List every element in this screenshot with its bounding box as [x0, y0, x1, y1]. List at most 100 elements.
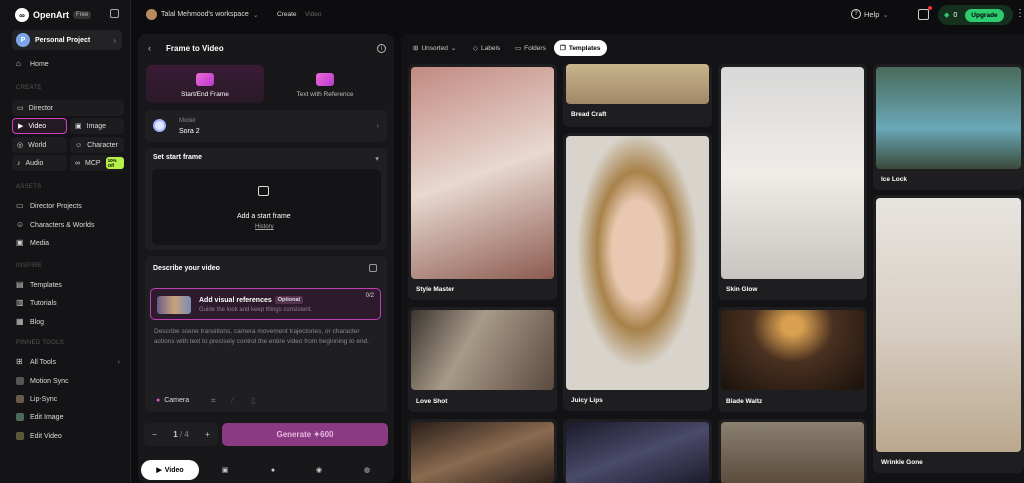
director-icon: ▭: [17, 105, 24, 112]
template-card-wrinkle-gone[interactable]: Wrinkle Gone: [873, 195, 1024, 473]
tab-audio[interactable]: ◍: [352, 460, 382, 480]
grid-icon: ⊞: [16, 357, 23, 366]
sidebar-item-lip-sync[interactable]: Lip-Sync: [16, 395, 57, 403]
ref-subtitle: Guide the look and keep things consisten…: [199, 307, 313, 313]
template-card-blade-waltz[interactable]: Blade Waltz: [718, 307, 867, 412]
help-button[interactable]: ? Help ⌄: [851, 9, 889, 19]
credits-display[interactable]: ◆ 0 Upgrade: [938, 5, 1013, 25]
workspace-avatar: [146, 9, 157, 20]
sidebar-item-blog[interactable]: ▦ Blog: [16, 318, 44, 326]
tile-audio[interactable]: ♪ Audio: [12, 155, 67, 171]
count-value: 1: [173, 430, 178, 439]
filter-unsorted[interactable]: ⊞ Unsorted ⌄: [407, 40, 462, 56]
templates-icon: ❐: [560, 45, 566, 52]
tab-character[interactable]: ●: [258, 460, 288, 480]
generate-button[interactable]: Generate ✦ 600: [222, 423, 388, 446]
more-icon[interactable]: ⋮: [1015, 8, 1024, 19]
collapse-sidebar-icon[interactable]: [110, 9, 119, 18]
mode-start-end-frame[interactable]: Start/End Frame: [146, 65, 264, 103]
workspace-selector[interactable]: Talal Mehmood's workspace ⌄: [146, 9, 259, 20]
tab-video[interactable]: ▶ Video: [141, 460, 199, 480]
project-selector[interactable]: P Personal Project ›: [12, 30, 122, 50]
brand-name: OpenArt: [33, 10, 69, 20]
camera-button[interactable]: ● Camera: [156, 397, 189, 404]
motion-sync-thumb-icon: [16, 377, 24, 385]
bread-craft-thumb: [566, 64, 709, 104]
add-start-frame-dropzone[interactable]: [152, 169, 381, 245]
breadcrumb-create[interactable]: Create: [277, 11, 297, 18]
sidebar-item-characters-worlds[interactable]: ☺ Characters & Worlds: [16, 221, 94, 229]
template-card-love-shot[interactable]: Love Shot: [408, 307, 557, 412]
sidebar-item-media[interactable]: ▣ Media: [16, 239, 49, 247]
count-stepper[interactable]: − 1 / 4 +: [144, 423, 218, 446]
sidebar-item-tutorials[interactable]: ▥ Tutorials: [16, 299, 57, 307]
tile-character[interactable]: ☺ Character: [70, 137, 124, 153]
mode-text-with-reference[interactable]: Text with Reference: [266, 65, 384, 103]
template-card-game[interactable]: [563, 419, 712, 483]
tile-image[interactable]: ▣ Image: [70, 118, 124, 134]
expand-icon[interactable]: [369, 264, 377, 272]
back-icon[interactable]: ‹: [148, 43, 151, 53]
sidebar-item-motion-sync[interactable]: Motion Sync: [16, 377, 69, 385]
filter-labels[interactable]: ◇ Labels: [467, 40, 506, 56]
bottom-tabs: ▶ Video ▣ ● ◉ ◍: [138, 458, 394, 483]
lip-sync-thumb-icon: [16, 395, 24, 403]
style-master-thumb: [411, 67, 554, 279]
magic-wand-icon[interactable]: ⁄: [232, 396, 233, 405]
template-card-face[interactable]: [408, 419, 557, 483]
sora-model-icon: [153, 119, 166, 132]
tile-video[interactable]: ▶ Video: [12, 118, 67, 134]
sidebar-item-edit-video[interactable]: Edit Video: [16, 432, 62, 440]
breadcrumb-video: Video: [305, 11, 322, 18]
edit-image-thumb-icon: [16, 413, 24, 421]
plan-badge: Free: [73, 11, 92, 19]
info-icon[interactable]: i: [377, 44, 386, 53]
western-thumb: [721, 422, 864, 483]
sidebar-item-director-projects[interactable]: ▭ Director Projects: [16, 202, 82, 210]
diamond-icon: ◆: [944, 12, 950, 19]
gift-icon[interactable]: [918, 9, 929, 20]
character-icon: ●: [270, 466, 276, 474]
help-icon: ?: [851, 9, 861, 19]
tile-director[interactable]: ▭ Director: [12, 100, 124, 116]
upgrade-button[interactable]: Upgrade: [965, 8, 1004, 22]
brand[interactable]: ∞ OpenArt Free: [15, 8, 92, 22]
home-icon: ⌂: [16, 59, 21, 68]
visual-references-box[interactable]: Add visual references Optional Guide the…: [150, 288, 381, 320]
tab-world[interactable]: ◉: [304, 460, 334, 480]
template-card-skin-glow[interactable]: Skin Glow: [718, 64, 867, 300]
sidebar-item-edit-image[interactable]: Edit Image: [16, 413, 63, 421]
template-card-bread-craft[interactable]: Bread Craft: [563, 64, 712, 127]
caret-down-icon[interactable]: ▾: [375, 154, 379, 163]
video-icon: ▶: [18, 123, 24, 130]
tile-mcp[interactable]: ∞ MCP 10% Off: [70, 155, 124, 171]
template-card-ice-lock[interactable]: Ice Lock: [873, 64, 1024, 190]
section-pinned: PINNED TOOLS: [16, 340, 65, 346]
template-card-western[interactable]: [718, 419, 867, 483]
sidebar-item-home[interactable]: ⌂ Home: [16, 60, 49, 68]
model-value: Sora 2: [179, 128, 200, 135]
prompt-textarea[interactable]: Describe scene transitions, camera movem…: [154, 327, 380, 347]
scan-icon[interactable]: ⌗: [211, 396, 216, 406]
chevron-down-icon: ⌄: [252, 11, 259, 19]
history-link[interactable]: History: [255, 224, 274, 230]
chevron-down-icon: ⌄: [882, 9, 889, 19]
globe-icon: ◉: [315, 467, 323, 474]
template-card-style-master[interactable]: Style Master: [408, 64, 557, 300]
trash-icon[interactable]: ▯: [251, 396, 255, 405]
plus-icon[interactable]: +: [205, 430, 210, 439]
minus-icon[interactable]: −: [152, 430, 157, 439]
tag-icon: ◇: [473, 45, 478, 52]
template-card-juicy-lips[interactable]: Juicy Lips: [563, 133, 712, 411]
project-label: Personal Project: [35, 36, 91, 44]
love-shot-thumb: [411, 310, 554, 390]
model-selector[interactable]: Model Sora 2 ›: [145, 110, 387, 142]
filter-templates[interactable]: ❐ Templates: [554, 40, 607, 56]
tile-world[interactable]: ◎ World: [12, 137, 67, 153]
tab-image[interactable]: ▣: [210, 460, 240, 480]
game-thumb: [566, 422, 709, 483]
sidebar-item-templates[interactable]: ▤ Templates: [16, 281, 62, 289]
sidebar-item-all-tools[interactable]: ⊞ All Tools ›: [16, 358, 120, 366]
blog-icon: ▦: [16, 317, 24, 326]
filter-folders[interactable]: ▭ Folders: [509, 40, 552, 56]
